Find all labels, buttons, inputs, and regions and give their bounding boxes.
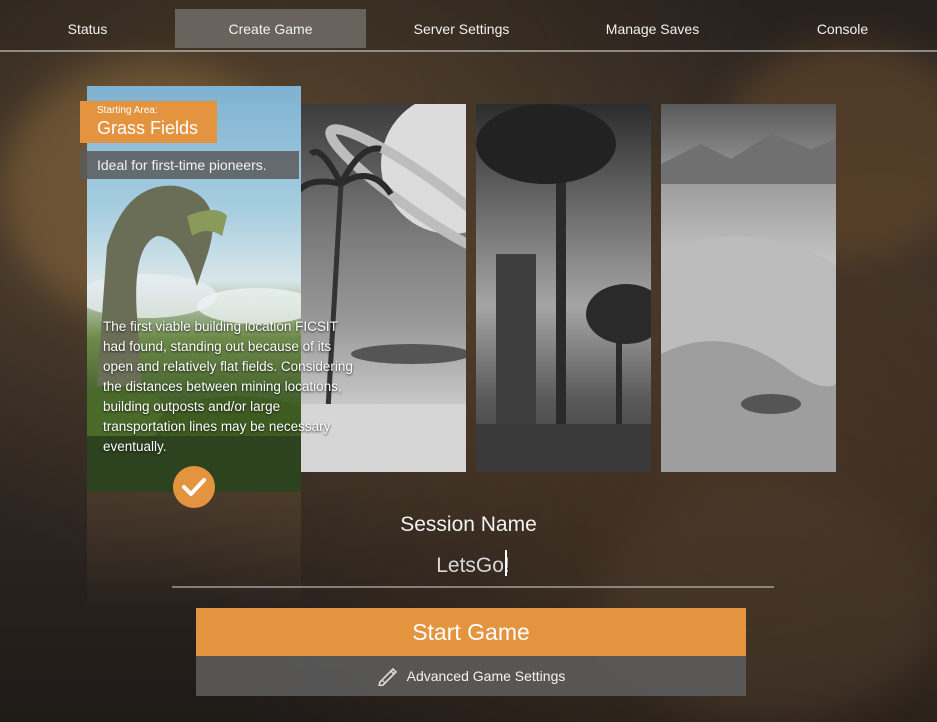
session-name-title: Session Name bbox=[400, 513, 537, 536]
starting-area-description: The first viable building location FICSI… bbox=[103, 319, 353, 454]
desert-artwork bbox=[661, 134, 836, 472]
area-card-dune-desert[interactable] bbox=[661, 104, 836, 472]
forest-artwork bbox=[476, 104, 651, 472]
top-navigation: Status Create Game Server Settings Manag… bbox=[0, 0, 937, 52]
starting-area-prefix: Starting Area: bbox=[97, 105, 158, 116]
advanced-game-settings-label: Advanced Game Settings bbox=[406, 668, 566, 684]
start-game-button[interactable]: Start Game bbox=[196, 608, 746, 656]
pencil-icon bbox=[377, 667, 397, 686]
text-caret bbox=[505, 550, 507, 576]
advanced-game-settings-button[interactable]: Advanced Game Settings bbox=[196, 656, 746, 696]
tab-manage-saves[interactable]: Manage Saves bbox=[557, 9, 748, 48]
tab-status[interactable]: Status bbox=[0, 9, 175, 48]
check-icon bbox=[182, 478, 206, 496]
selected-area-check[interactable] bbox=[173, 466, 215, 508]
area-card-northern-forest[interactable] bbox=[476, 104, 651, 472]
tab-create-game[interactable]: Create Game bbox=[175, 9, 366, 48]
starting-area-tag: Ideal for first-time pioneers. bbox=[80, 151, 299, 179]
tab-console[interactable]: Console bbox=[748, 9, 937, 48]
starting-area-tag-text: Ideal for first-time pioneers. bbox=[97, 157, 267, 173]
session-name-input[interactable] bbox=[172, 546, 774, 588]
starting-area-name: Grass Fields bbox=[97, 118, 199, 138]
tab-server-settings[interactable]: Server Settings bbox=[366, 9, 557, 48]
starting-area-label: Starting Area: Grass Fields bbox=[80, 101, 217, 143]
